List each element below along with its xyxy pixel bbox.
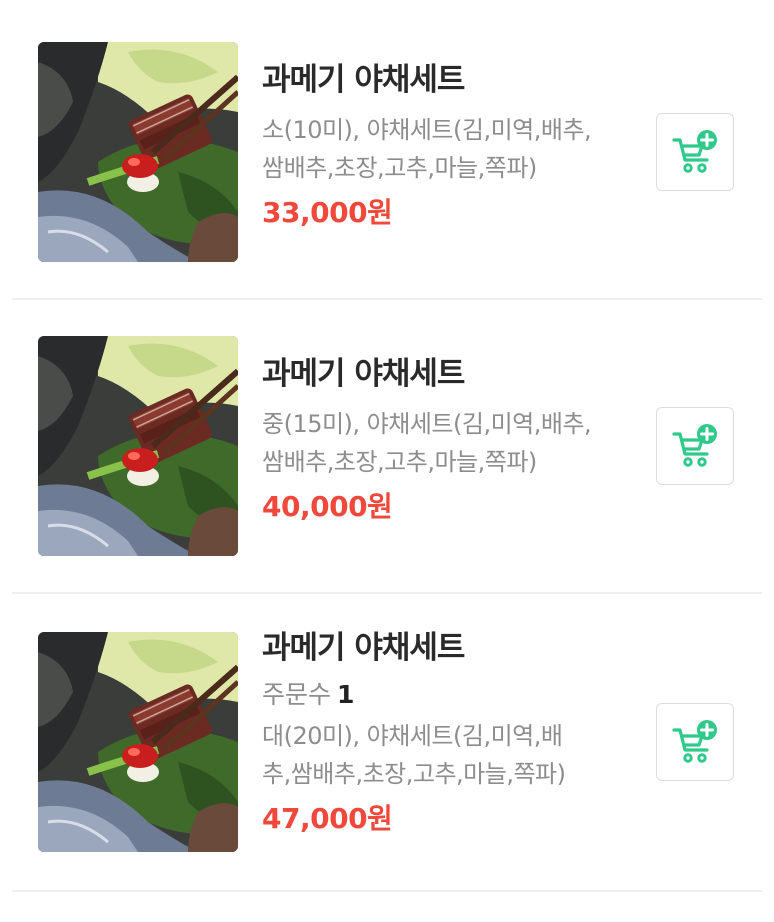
product-item[interactable]: 과메기 야채세트 주문수 1 대(20미), 야채세트(김,미역,배 추,쌈배추,… bbox=[12, 593, 762, 890]
product-description-line: 쌈배추,초장,고추,마늘,쪽파) bbox=[262, 448, 537, 477]
product-description: 대(20미), 야채세트(김,미역,배 추,쌈배추,초장,고추,마늘,쪽파) bbox=[262, 717, 632, 793]
product-title: 과메기 야채세트 bbox=[262, 62, 465, 98]
product-info: 과메기 야채세트 소(10미), 야채세트(김,미역,배추, 쌈배추,초장,고추… bbox=[262, 62, 632, 231]
product-description-line: 중(15미), 야채세트(김,미역,배추, bbox=[262, 410, 592, 439]
product-title: 과메기 야채세트 bbox=[262, 630, 465, 666]
order-count: 주문수 1 bbox=[262, 679, 632, 711]
product-image[interactable] bbox=[38, 336, 238, 556]
product-item[interactable]: 과메기 야채세트 중(15미), 야채세트(김,미역,배추, 쌈배추,초장,고추… bbox=[12, 299, 762, 592]
add-to-cart-button[interactable] bbox=[656, 703, 734, 781]
order-count-label: 주문수 bbox=[262, 680, 332, 710]
cart-plus-icon bbox=[671, 422, 719, 470]
product-image[interactable] bbox=[38, 632, 238, 852]
product-description-line: 쌈배추,초장,고추,마늘,쪽파) bbox=[262, 154, 537, 183]
add-to-cart-button[interactable] bbox=[656, 407, 734, 485]
product-image[interactable] bbox=[38, 42, 238, 262]
product-price: 47,000원 bbox=[262, 802, 393, 836]
product-description: 소(10미), 야채세트(김,미역,배추, 쌈배추,초장,고추,마늘,쪽파) bbox=[262, 111, 632, 187]
order-count-value: 1 bbox=[337, 680, 355, 710]
add-to-cart-button[interactable] bbox=[656, 113, 734, 191]
gwamegi-photo-icon bbox=[38, 336, 238, 556]
gwamegi-photo-icon bbox=[38, 42, 238, 262]
cart-plus-icon bbox=[671, 128, 719, 176]
divider bbox=[12, 890, 762, 892]
product-item[interactable]: 과메기 야채세트 소(10미), 야채세트(김,미역,배추, 쌈배추,초장,고추… bbox=[12, 0, 762, 298]
product-description: 중(15미), 야채세트(김,미역,배추, 쌈배추,초장,고추,마늘,쪽파) bbox=[262, 405, 632, 481]
product-description-line: 대(20미), 야채세트(김,미역,배 bbox=[262, 722, 563, 751]
product-title: 과메기 야채세트 bbox=[262, 356, 465, 392]
product-price: 40,000원 bbox=[262, 490, 393, 524]
product-list: 과메기 야채세트 소(10미), 야채세트(김,미역,배추, 쌈배추,초장,고추… bbox=[0, 0, 774, 922]
product-price: 33,000원 bbox=[262, 196, 393, 230]
gwamegi-photo-icon bbox=[38, 632, 238, 852]
product-info: 과메기 야채세트 주문수 1 대(20미), 야채세트(김,미역,배 추,쌈배추,… bbox=[262, 630, 632, 837]
product-info: 과메기 야채세트 중(15미), 야채세트(김,미역,배추, 쌈배추,초장,고추… bbox=[262, 356, 632, 525]
product-description-line: 소(10미), 야채세트(김,미역,배추, bbox=[262, 116, 592, 145]
product-description-line: 추,쌈배추,초장,고추,마늘,쪽파) bbox=[262, 760, 566, 789]
cart-plus-icon bbox=[671, 718, 719, 766]
